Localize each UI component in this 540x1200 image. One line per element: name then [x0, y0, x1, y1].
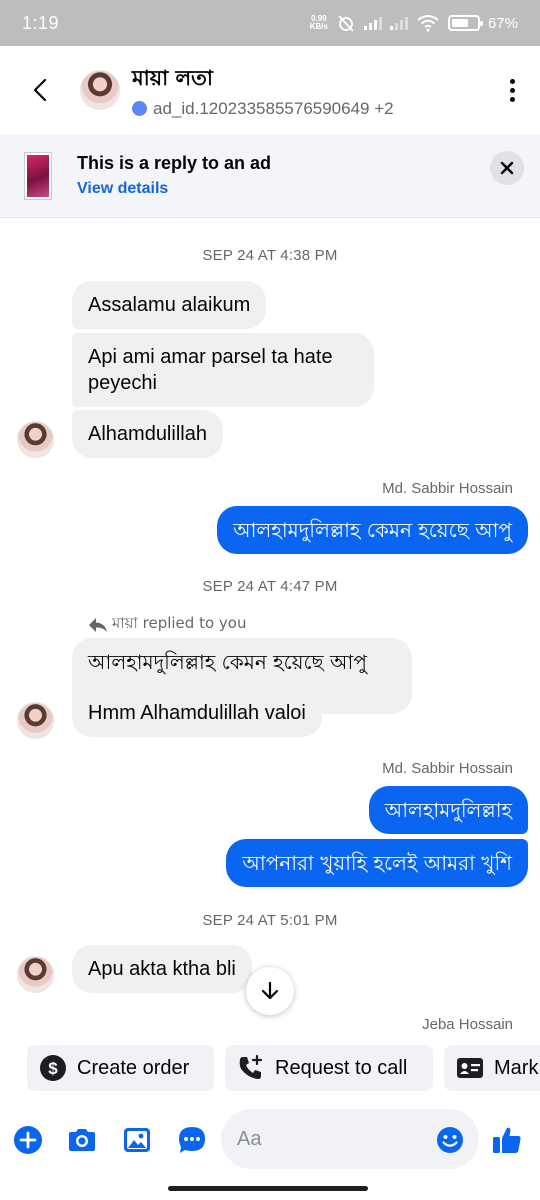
signal-icon-2	[389, 16, 408, 30]
battery-fill	[451, 19, 469, 27]
alarm-off-icon	[338, 15, 354, 32]
svg-text:$: $	[48, 1059, 58, 1078]
outgoing-message[interactable]: আলহামদুলিল্লাহ কেমন হয়েছে আপু	[217, 506, 528, 554]
home-indicator	[168, 1186, 368, 1191]
battery-percent: 67%	[487, 14, 518, 32]
chevron-left-icon	[33, 78, 47, 102]
gallery-button[interactable]	[121, 1124, 153, 1156]
sender-name: Jeba Hossain	[422, 1016, 513, 1033]
reply-indicator: মায়া replied to you	[88, 612, 246, 637]
mark-button[interactable]: Mark	[444, 1045, 540, 1091]
ad-id-text: ad_id.120233585576590649 +2	[153, 98, 394, 118]
timestamp: SEP 24 AT 4:38 PM	[202, 247, 338, 264]
incoming-message[interactable]: Assalamu alaikum	[72, 281, 267, 329]
message-composer	[0, 1108, 540, 1172]
wifi-icon	[417, 15, 439, 32]
ad-banner-text: This is a reply to an ad View details	[77, 153, 271, 198]
contact-avatar[interactable]	[80, 70, 120, 110]
outgoing-message[interactable]: আলহামদুলিল্লাহ	[368, 786, 528, 834]
status-icons: 0.99 KB/s 67%	[310, 13, 518, 33]
emoji-button[interactable]	[434, 1124, 466, 1156]
ad-reply-banner: This is a reply to an ad View details	[0, 134, 540, 218]
incoming-message[interactable]: Hmm Alhamdulillah valoi	[72, 689, 322, 737]
incoming-message[interactable]: Api ami amar parsel ta hate peyechi	[72, 333, 374, 407]
arrow-down-icon	[261, 981, 279, 1000]
view-details-link[interactable]: View details	[77, 180, 271, 198]
conversation-header: মায়া লতা ad_id.120233585576590649 +2	[0, 46, 540, 134]
status-bar: 1:19 0.99 KB/s 67%	[0, 0, 540, 46]
messenger-screen: 1:19 0.99 KB/s 67% মায়া লতা ad_id.12023…	[0, 0, 540, 1200]
camera-icon	[69, 1129, 95, 1151]
reply-arrow-icon	[89, 617, 107, 632]
sender-avatar[interactable]	[17, 421, 54, 458]
sender-name: Md. Sabbir Hossain	[382, 480, 513, 497]
timestamp: SEP 24 AT 4:47 PM	[202, 578, 338, 595]
sender-avatar[interactable]	[17, 702, 54, 739]
dollar-icon: $	[40, 1055, 66, 1081]
smiley-icon	[437, 1127, 463, 1153]
more-options-button[interactable]	[484, 46, 540, 134]
contact-subtitle: ad_id.120233585576590649 +2	[132, 99, 394, 119]
plus-circle-icon	[14, 1126, 42, 1154]
chat-options-button[interactable]	[176, 1124, 208, 1156]
incoming-message[interactable]: Alhamdulillah	[72, 410, 223, 458]
create-order-button[interactable]: $ Create order	[27, 1045, 214, 1091]
like-button[interactable]	[491, 1124, 523, 1156]
close-banner-button[interactable]	[490, 151, 524, 185]
sender-avatar[interactable]	[17, 956, 54, 993]
ad-banner-title: This is a reply to an ad	[77, 153, 272, 173]
signal-icon-1	[363, 16, 382, 30]
close-icon	[500, 161, 514, 175]
request-to-call-button[interactable]: Request to call	[225, 1045, 433, 1091]
incoming-message[interactable]: Apu akta ktha bli	[72, 945, 252, 993]
status-time: 1:19	[22, 12, 60, 33]
timestamp: SEP 24 AT 5:01 PM	[202, 912, 338, 929]
contact-info[interactable]: মায়া লতা ad_id.120233585576590649 +2	[132, 62, 394, 119]
battery-icon	[447, 15, 483, 31]
contact-name: মায়া লতা	[132, 65, 214, 90]
add-button[interactable]	[12, 1124, 44, 1156]
outgoing-message[interactable]: আপনারা খুয়াহি হলেই আমরা খুশি	[226, 839, 528, 887]
ad-thumbnail[interactable]	[25, 152, 51, 199]
contact-card-icon	[457, 1058, 483, 1078]
phone-plus-icon	[239, 1054, 263, 1079]
quick-actions-bar: $ Create order Request to call Mark	[0, 1045, 540, 1093]
scroll-to-bottom-button[interactable]	[246, 967, 294, 1015]
ad-dot-icon	[132, 101, 147, 116]
chat-bubble-icon	[179, 1127, 205, 1153]
image-icon	[124, 1128, 150, 1152]
network-speed: 0.99 KB/s	[309, 14, 328, 31]
thumbs-up-icon	[493, 1127, 521, 1153]
sender-name: Md. Sabbir Hossain	[382, 760, 513, 777]
back-button[interactable]	[0, 46, 80, 134]
camera-button[interactable]	[66, 1124, 98, 1156]
